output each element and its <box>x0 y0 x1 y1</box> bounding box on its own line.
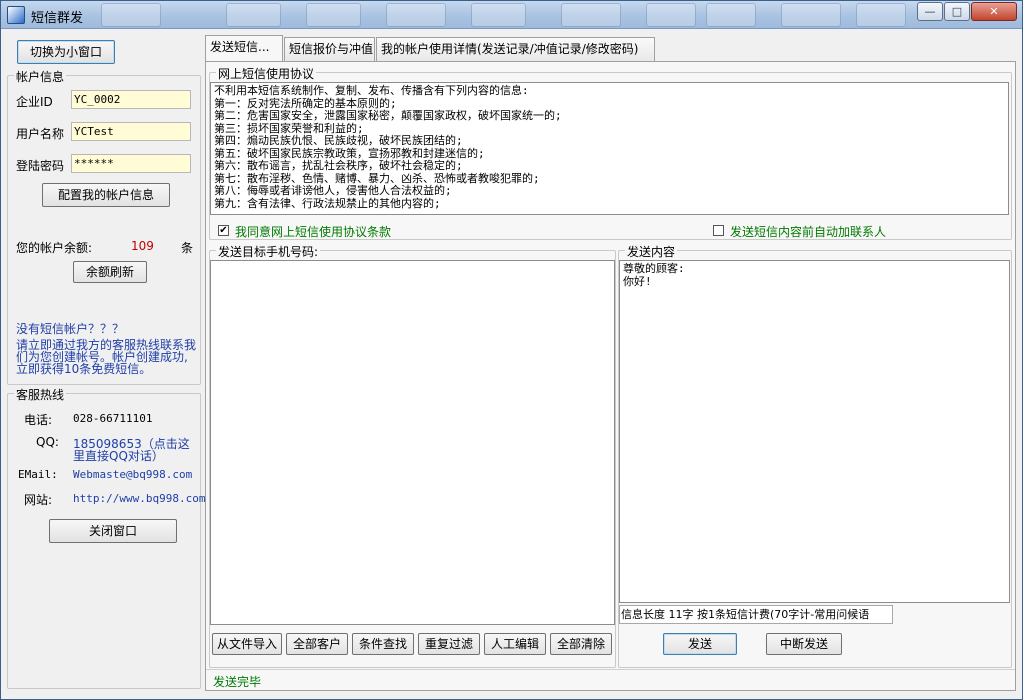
background-blur <box>706 3 756 27</box>
username-field[interactable]: YCTest <box>71 122 191 141</box>
phone-value: 028-66711101 <box>73 412 153 425</box>
tab-content: 网上短信使用协议 不利用本短信系统制作、复制、发布、传播含有下列内容的信息: 第… <box>205 61 1016 691</box>
background-blur <box>471 3 526 27</box>
background-blur <box>306 3 361 27</box>
balance-unit: 条 <box>181 241 194 255</box>
clear-all-button[interactable]: 全部清除 <box>550 633 612 655</box>
dedupe-button[interactable]: 重复过滤 <box>418 633 480 655</box>
auto-contact-checkbox[interactable] <box>713 225 724 236</box>
main-window: 短信群发 — □ ✕ 切换为小窗口 帐户信息 企业ID YC_0002 用户名称… <box>0 0 1023 700</box>
close-window-button[interactable]: 关闭窗口 <box>49 519 177 543</box>
left-panel: 切换为小窗口 帐户信息 企业ID YC_0002 用户名称 YCTest 登陆密… <box>7 35 205 690</box>
message-line: 尊敬的顾客: <box>623 262 685 275</box>
email-label: EMail: <box>18 468 58 481</box>
agreement-line: 第四：煽动民族仇恨、民族歧视，破坏民族团结的; <box>214 134 463 147</box>
condition-search-button[interactable]: 条件查找 <box>352 633 414 655</box>
send-button[interactable]: 发送 <box>663 633 737 655</box>
company-id-label: 企业ID <box>16 95 53 109</box>
status-text: 发送完毕 <box>213 675 262 689</box>
agreement-line: 第六：散布谣言，扰乱社会秩序，破坏社会稳定的; <box>214 159 463 172</box>
import-file-button[interactable]: 从文件导入 <box>212 633 282 655</box>
title-bar[interactable]: 短信群发 — □ ✕ <box>1 1 1022 29</box>
company-id-field[interactable]: YC_0002 <box>71 90 191 109</box>
agreement-line: 不利用本短信系统制作、复制、发布、传播含有下列内容的信息: <box>214 84 529 97</box>
app-icon <box>7 6 25 24</box>
message-textarea[interactable]: 尊敬的顾客: 你好! <box>619 260 1010 603</box>
background-blur <box>226 3 281 27</box>
agreement-line: 第二：危害国家安全，泄露国家秘密，颠覆国家政权，破坏国家统一的; <box>214 109 562 122</box>
auto-contact-label[interactable]: 发送短信内容前自动加联系人 <box>730 223 886 240</box>
agreement-text[interactable]: 不利用本短信系统制作、复制、发布、传播含有下列内容的信息: 第一：反对宪法所确定… <box>210 82 1009 215</box>
website-link[interactable]: http://www.bq998.com <box>73 492 205 505</box>
phone-label: 电话: <box>24 413 53 427</box>
promo-title: 没有短信帐户？？？ <box>16 322 125 336</box>
minimize-button[interactable]: — <box>917 2 943 21</box>
switch-small-window-button[interactable]: 切换为小窗口 <box>17 40 115 64</box>
background-blur <box>856 3 906 27</box>
agree-label[interactable]: 我同意网上短信使用协议条款 <box>235 223 391 240</box>
background-blur <box>386 3 446 27</box>
message-group-title: 发送内容 <box>625 243 678 260</box>
background-blur <box>101 3 161 27</box>
agreement-group-title: 网上短信使用协议 <box>216 65 317 82</box>
promo-line: 立即获得10条免费短信。 <box>16 362 152 376</box>
email-link[interactable]: Webmaste@bq998.com <box>73 468 192 481</box>
target-numbers-textarea[interactable] <box>210 260 615 625</box>
message-info: 信息长度 11字 按1条短信计费(70字计-常用问候语 <box>619 605 893 624</box>
account-group-title: 帐户信息 <box>14 68 67 85</box>
agree-checkbox[interactable]: ✔ <box>218 225 229 236</box>
refresh-balance-button[interactable]: 余额刷新 <box>73 261 147 283</box>
balance-value: 109 <box>131 239 154 253</box>
username-label: 用户名称 <box>16 127 65 141</box>
tab-account-details[interactable]: 我的帐户使用详情(发送记录/冲值记录/修改密码) <box>376 37 655 61</box>
close-button[interactable]: ✕ <box>971 2 1017 21</box>
qq-link[interactable]: 里直接QQ对话） <box>73 447 164 464</box>
maximize-button[interactable]: □ <box>944 2 970 21</box>
background-blur <box>646 3 696 27</box>
all-customers-button[interactable]: 全部客户 <box>286 633 348 655</box>
window-title: 短信群发 <box>31 11 84 26</box>
targets-group-title: 发送目标手机号码: <box>216 243 321 260</box>
tab-send-sms[interactable]: 发送短信... <box>205 35 283 62</box>
background-blur <box>561 3 621 27</box>
configure-account-button[interactable]: 配置我的帐户信息 <box>42 183 170 207</box>
agreement-line: 第九：含有法律、行政法规禁止的其他内容的; <box>214 196 441 210</box>
password-label: 登陆密码 <box>16 159 65 173</box>
background-blur <box>781 3 841 27</box>
qq-label: QQ: <box>36 435 59 449</box>
message-line: 你好! <box>623 274 652 288</box>
tab-pricing[interactable]: 短信报价与冲值 <box>284 37 375 61</box>
hotline-group-title: 客服热线 <box>14 386 67 403</box>
stop-send-button[interactable]: 中断发送 <box>766 633 842 655</box>
agreement-line: 第八：侮辱或者诽谤他人，侵害他人合法权益的; <box>214 184 452 197</box>
status-bar: 发送完毕 <box>206 669 1015 690</box>
balance-label: 您的帐户余额: <box>16 241 93 255</box>
password-field[interactable]: ****** <box>71 154 191 173</box>
website-label: 网站: <box>24 493 53 507</box>
manual-edit-button[interactable]: 人工编辑 <box>484 633 546 655</box>
